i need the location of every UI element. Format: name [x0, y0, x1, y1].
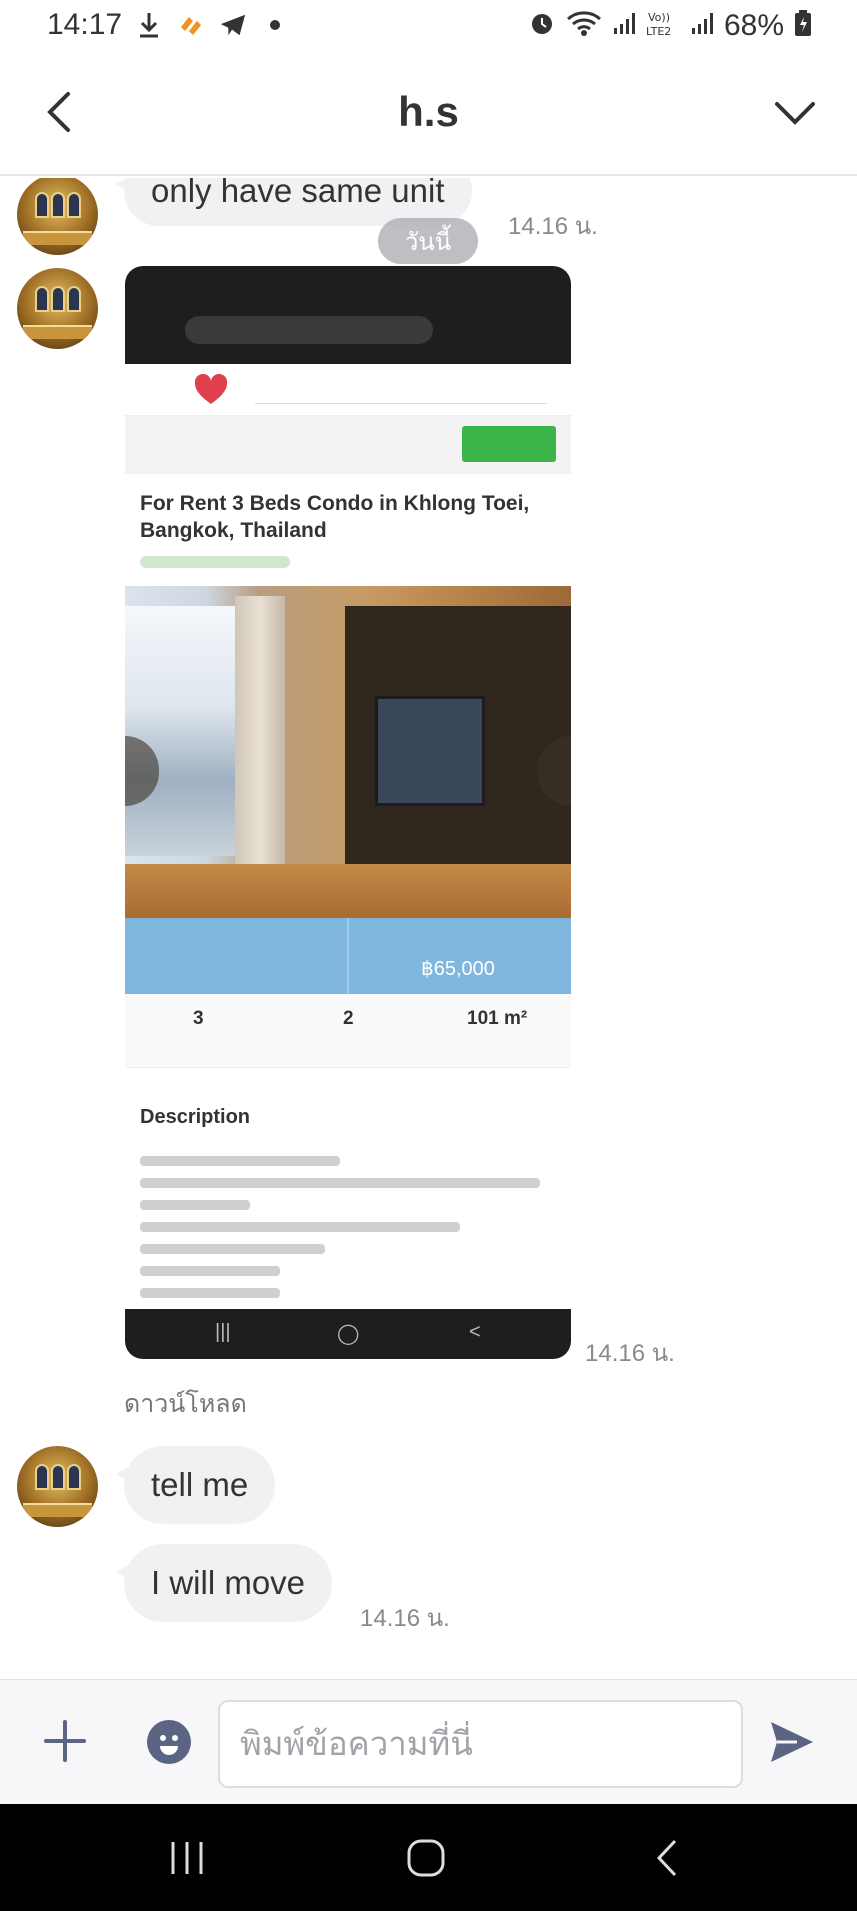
listing-location — [140, 556, 290, 568]
screenshot-search-box — [255, 376, 547, 404]
listing-bathrooms: 2 — [343, 1008, 354, 1029]
download-link[interactable]: ดาวน์โหลด — [124, 1384, 247, 1424]
message-input-bar — [0, 1679, 857, 1804]
wifi-icon — [566, 9, 602, 42]
svg-text:LTE2: LTE2 — [646, 25, 671, 38]
send-button[interactable] — [769, 1720, 815, 1764]
message-bubble[interactable]: tell me — [115, 1446, 276, 1524]
back-nav-button[interactable] — [638, 1832, 698, 1884]
telegram-icon — [219, 10, 247, 40]
screenshot-contact-button — [462, 426, 556, 462]
svg-text:Vo)): Vo)) — [648, 11, 670, 24]
message-bubble[interactable]: I will move — [115, 1544, 333, 1622]
listing-bedrooms: 3 — [193, 1008, 204, 1029]
chat-title: h.s — [398, 88, 459, 135]
message-text: I will move — [151, 1564, 306, 1601]
message-text: tell me — [151, 1466, 249, 1503]
message-time: 14.16 น. — [360, 1605, 450, 1632]
chat-header: h.s — [0, 52, 857, 176]
avatar[interactable] — [17, 178, 98, 255]
screenshot-nav-bar: ||| ◯ < — [125, 1309, 571, 1359]
photo-curtain — [235, 596, 285, 876]
avatar[interactable] — [17, 268, 98, 349]
listing-description-heading: Description — [140, 1106, 251, 1128]
screenshot-status-area — [125, 266, 571, 364]
listing-area: 101 m² — [467, 1008, 528, 1029]
listing-stats — [125, 994, 571, 1068]
photo-floor — [125, 864, 571, 918]
date-chip: วันนี้ — [378, 218, 478, 264]
photo-tv — [375, 696, 485, 806]
download-icon — [135, 10, 163, 40]
emoji-button[interactable] — [147, 1720, 191, 1764]
signal-icon — [690, 10, 714, 41]
add-attachment-button[interactable] — [44, 1720, 86, 1762]
volte-icon: Vo)) LTE2 — [646, 8, 680, 43]
message-text: only have same unit — [151, 178, 445, 209]
heart-logo-icon — [194, 374, 228, 404]
listing-title: For Rent 3 Beds Condo in Khlong Toei, Ba… — [140, 492, 530, 542]
message-field[interactable] — [218, 1700, 743, 1788]
chevron-down-icon[interactable] — [773, 92, 817, 132]
image-message[interactable]: For Rent 3 Beds Condo in Khlong Toei, Ba… — [125, 266, 571, 1359]
avatar[interactable] — [17, 1446, 98, 1527]
signal-icon — [612, 10, 636, 41]
home-button[interactable] — [396, 1832, 456, 1884]
status-time: 14:17 — [47, 8, 123, 41]
chat-messages[interactable]: only have same unit 14.16 น. วันนี้ For … — [0, 178, 857, 1679]
battery-icon — [794, 9, 812, 42]
status-notification-icons — [135, 10, 289, 40]
listing-price: ฿65,000 — [421, 958, 495, 980]
alarm-icon — [528, 9, 556, 42]
app-notification-icon — [177, 10, 205, 40]
message-input[interactable] — [220, 1702, 741, 1786]
message-time: 14.16 น. — [585, 1340, 675, 1367]
photo-window — [125, 606, 245, 856]
message-time: 14.16 น. — [508, 213, 598, 240]
date-chip-label: วันนี้ — [404, 228, 452, 256]
status-bar: 14:17 Vo)) LTE2 68% — [0, 0, 857, 52]
recent-apps-button[interactable] — [157, 1832, 217, 1884]
battery-percent: 68% — [723, 8, 784, 42]
system-nav-bar — [0, 1804, 857, 1911]
status-system-icons: Vo)) LTE2 68% — [528, 8, 812, 43]
dot-icon — [261, 10, 289, 40]
